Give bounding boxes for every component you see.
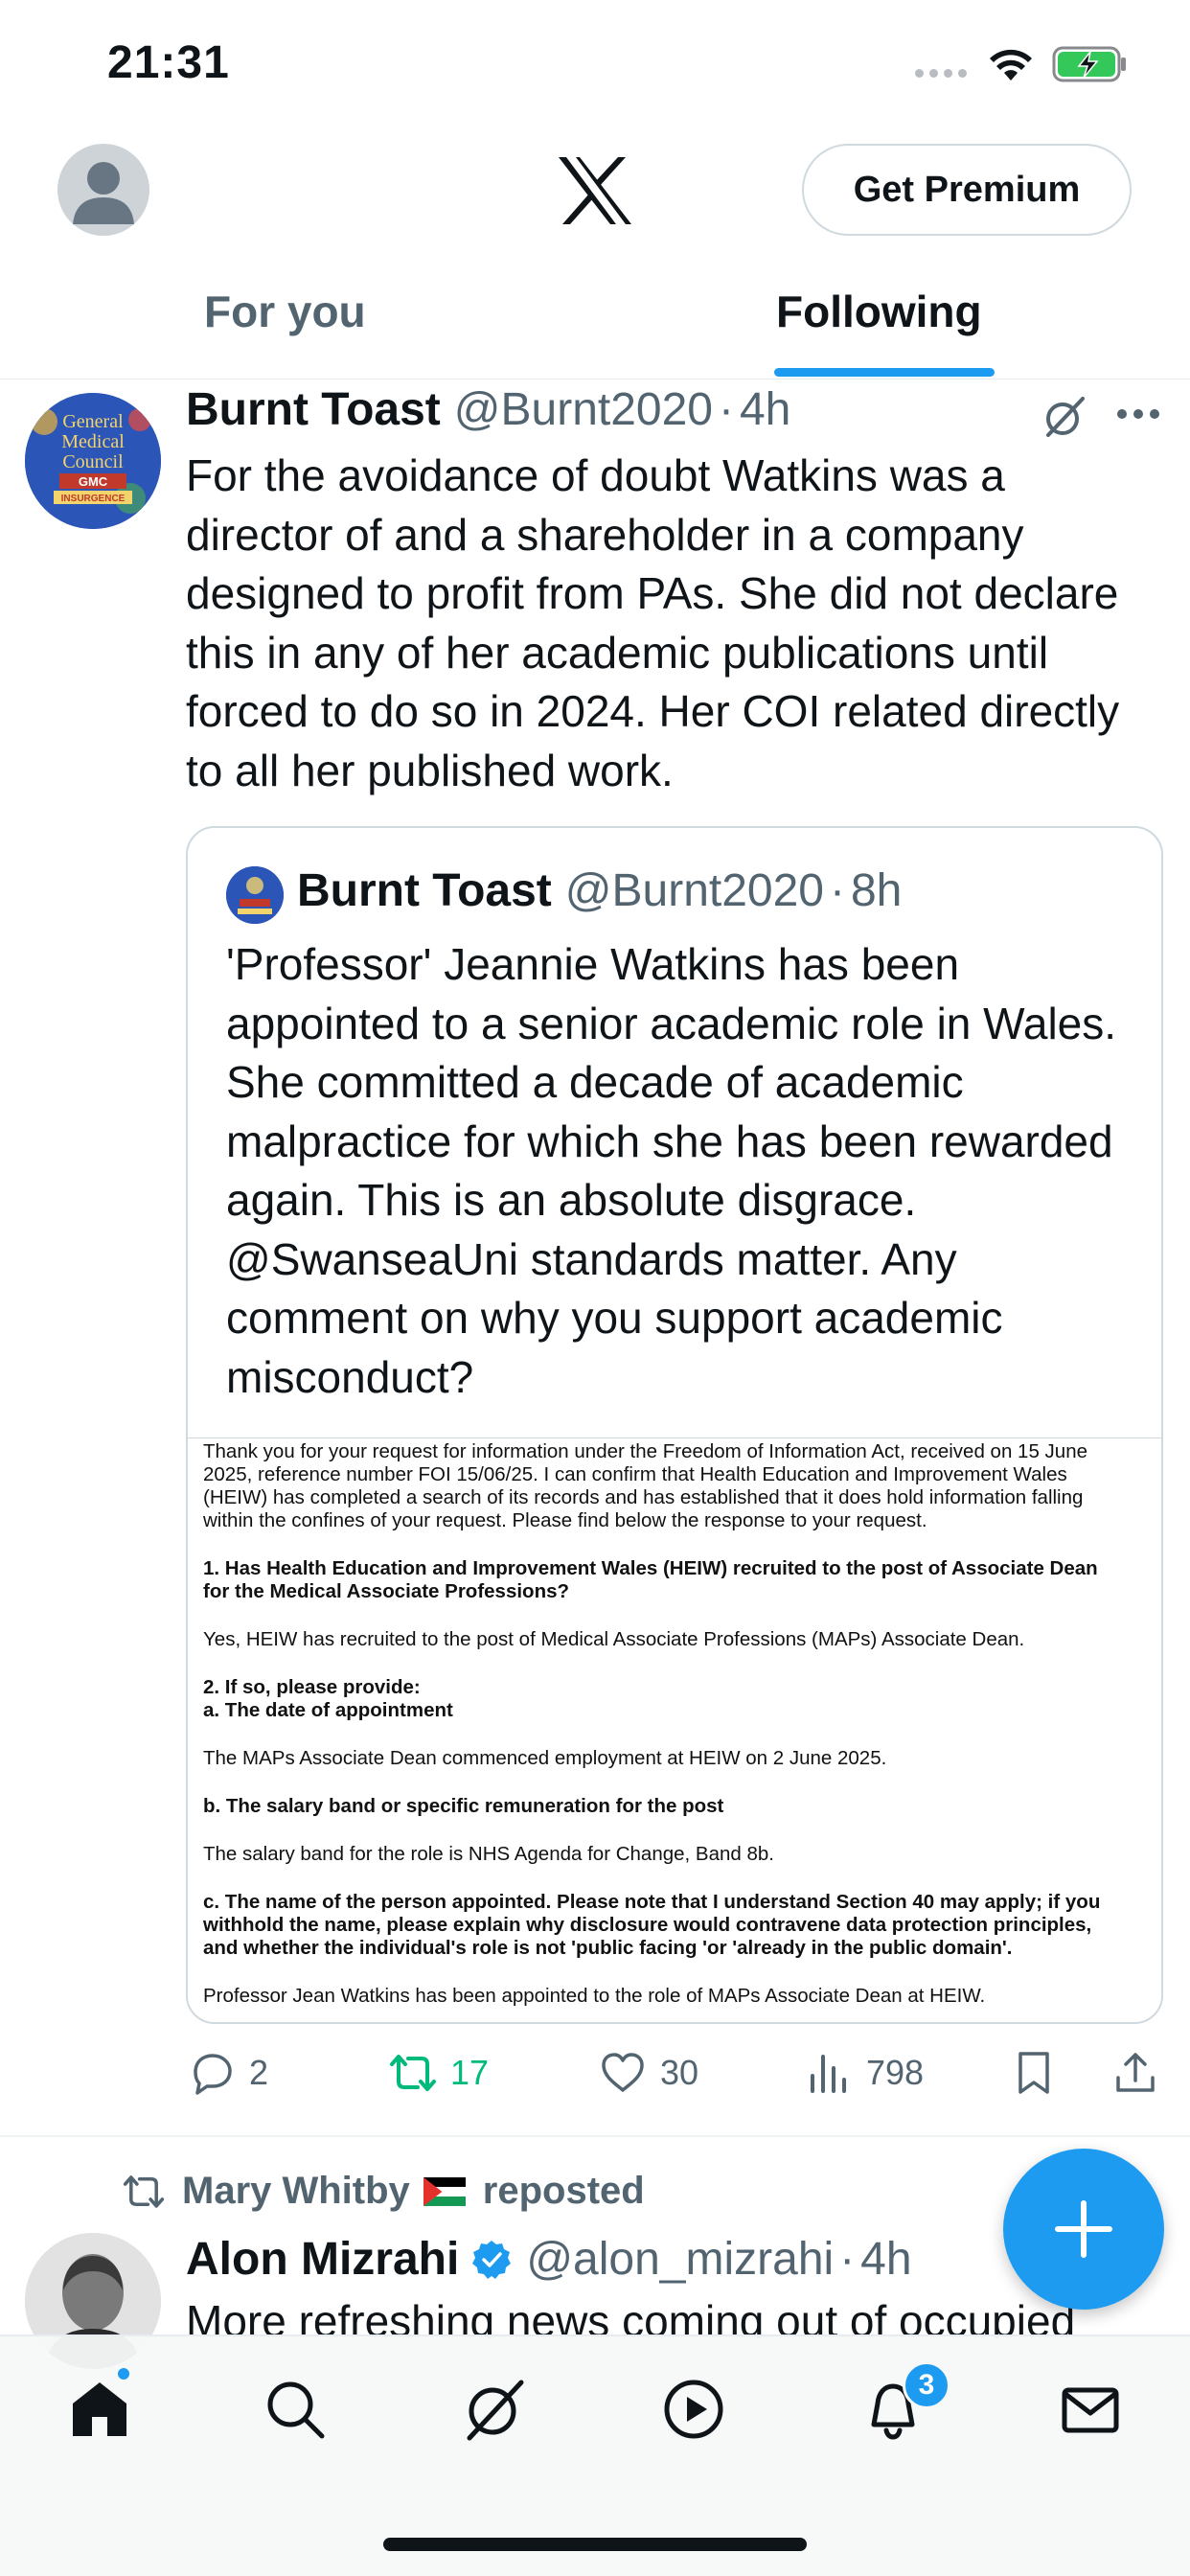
separator-dot: · — [830, 865, 845, 916]
separator-dot: · — [719, 384, 734, 435]
doc-line: (HEIW) has completed a search of its rec… — [203, 1486, 1084, 1508]
active-tab-indicator — [774, 368, 995, 377]
repost-icon — [390, 2055, 436, 2091]
avatar-text-2: Medical — [61, 431, 125, 452]
separator-dot: · — [839, 2234, 856, 2285]
tweet-author-avatar[interactable]: General Medical Council GMC INSURGENCE — [25, 393, 161, 529]
battery-charging-icon — [1052, 46, 1126, 82]
share-icon — [1116, 2053, 1155, 2092]
views-button[interactable]: 798 — [805, 2049, 924, 2097]
avatar-text-4: GMC — [79, 474, 108, 489]
get-premium-button[interactable]: Get Premium — [802, 144, 1132, 236]
avatar-text-5: INSURGENCE — [61, 494, 126, 504]
views-icon — [811, 2055, 846, 2093]
author-name[interactable]: Burnt Toast — [186, 383, 441, 436]
reply-count: 2 — [249, 2053, 269, 2092]
tweet-divider — [0, 2135, 1190, 2137]
reposted-by-name: Mary Whitby — [182, 2170, 410, 2212]
repost-small-icon — [123, 2174, 165, 2208]
repost-button[interactable]: 17 — [389, 2049, 489, 2097]
avatar-text-1: General — [62, 411, 124, 432]
repost-count: 17 — [450, 2053, 490, 2092]
nav-messages[interactable] — [1056, 2375, 1125, 2444]
quoted-author-handle: @Burnt2020 — [564, 865, 824, 916]
doc-question: withhold the name, please explain why di… — [203, 1914, 1092, 1936]
tweet-header: Burnt Toast @Burnt2020 · 4h — [186, 383, 790, 436]
plus-icon — [1055, 2200, 1112, 2258]
nav-search[interactable] — [261, 2375, 330, 2444]
quoted-tweet-text: 'Professor' Jeannie Watkins has been app… — [226, 939, 1117, 1402]
reply-button[interactable]: 2 — [188, 2049, 268, 2097]
doc-answer: Professor Jean Watkins has been appointe… — [203, 1985, 986, 2007]
bookmark-icon — [1018, 2052, 1049, 2094]
home-icon — [73, 2382, 126, 2436]
bottom-navigation: 3 — [0, 2334, 1190, 2576]
quoted-tweet-header: Burnt Toast @Burnt2020 · 8h — [297, 864, 902, 917]
doc-question: c. The name of the person appointed. Ple… — [203, 1891, 1101, 1913]
home-indicator — [383, 2538, 807, 2551]
search-icon — [267, 2381, 325, 2439]
tweet-header: Alon Mizrahi @alon_mizrahi · 4h — [186, 2233, 912, 2286]
status-bar: 21:31 — [0, 0, 1190, 134]
verified-icon — [472, 2240, 512, 2279]
tweet-actions: 2 17 30 798 — [0, 2041, 1190, 2108]
quoted-tweet-timestamp: 8h — [850, 865, 903, 916]
author-name[interactable]: Alon Mizrahi — [186, 2233, 459, 2286]
tab-following[interactable]: Following — [776, 286, 982, 337]
grok-icon[interactable] — [1041, 393, 1088, 441]
doc-line: 2025, reference number FOI 15/06/25. I c… — [203, 1463, 1067, 1485]
more-options-icon[interactable] — [1116, 407, 1160, 421]
share-button[interactable] — [1111, 2049, 1173, 2097]
quoted-author-avatar — [226, 866, 284, 924]
doc-line: Thank you for your request for informati… — [203, 1440, 1088, 1462]
doc-answer: Yes, HEIW has recruited to the post of M… — [203, 1628, 1025, 1650]
tweet-timestamp[interactable]: 4h — [860, 2233, 911, 2286]
doc-question: for the Medical Associate Professions? — [203, 1580, 570, 1602]
avatar-text-3: Council — [62, 451, 124, 472]
foi-document-image[interactable]: Thank you for your request for informati… — [188, 1438, 1161, 2022]
nav-grok[interactable] — [460, 2375, 529, 2444]
bookmark-button[interactable] — [1010, 2049, 1071, 2097]
x-logo-icon[interactable] — [557, 155, 633, 226]
nav-video[interactable] — [659, 2375, 728, 2444]
tweet-timestamp[interactable]: 4h — [740, 383, 790, 436]
nav-home[interactable] — [65, 2375, 134, 2444]
home-unread-dot — [115, 2365, 132, 2382]
doc-question: b. The salary band or specific remunerat… — [203, 1795, 724, 1817]
tweet-text: More refreshing news coming out of occup… — [186, 2296, 1076, 2338]
like-count: 30 — [660, 2053, 699, 2092]
reply-icon — [194, 2054, 232, 2095]
status-time: 21:31 — [107, 37, 230, 88]
reposted-label: reposted — [482, 2170, 645, 2212]
doc-question: 1. Has Health Education and Improvement … — [203, 1557, 1098, 1579]
like-icon — [602, 2053, 644, 2092]
doc-answer: The salary band for the role is NHS Agen… — [203, 1843, 775, 1865]
author-handle[interactable]: @Burnt2020 — [454, 383, 713, 436]
notifications-badge: 3 — [903, 2361, 950, 2409]
video-icon — [664, 2380, 723, 2439]
default-avatar-icon — [73, 162, 134, 224]
compose-button[interactable] — [1003, 2149, 1164, 2310]
doc-question: 2. If so, please provide: — [203, 1676, 421, 1698]
tab-for-you[interactable]: For you — [204, 286, 366, 337]
feed-tabs: For you Following — [0, 259, 1190, 380]
palestine-flag-icon — [423, 2176, 466, 2206]
repost-context[interactable]: Mary Whitby reposted — [123, 2170, 645, 2213]
quoted-author-name: Burnt Toast — [297, 865, 552, 916]
grok-nav-icon — [467, 2380, 524, 2441]
doc-question: a. The date of appointment — [203, 1699, 453, 1721]
tweet-text: For the avoidance of doubt Watkins was a… — [186, 450, 1120, 795]
like-button[interactable]: 30 — [599, 2049, 698, 2097]
messages-icon — [1062, 2387, 1119, 2433]
doc-question: and whether the individual's role is not… — [203, 1937, 1013, 1959]
author-handle[interactable]: @alon_mizrahi — [526, 2233, 834, 2286]
view-count: 798 — [866, 2053, 925, 2092]
cellular-signal-icon — [915, 69, 967, 78]
doc-answer: The MAPs Associate Dean commenced employ… — [203, 1747, 887, 1769]
doc-line: within the confines of your request. Ple… — [203, 1509, 927, 1531]
profile-avatar[interactable] — [57, 144, 149, 236]
quoted-tweet[interactable]: Burnt Toast @Burnt2020 · 8h 'Professor' … — [186, 826, 1163, 2024]
wifi-icon — [990, 49, 1032, 80]
